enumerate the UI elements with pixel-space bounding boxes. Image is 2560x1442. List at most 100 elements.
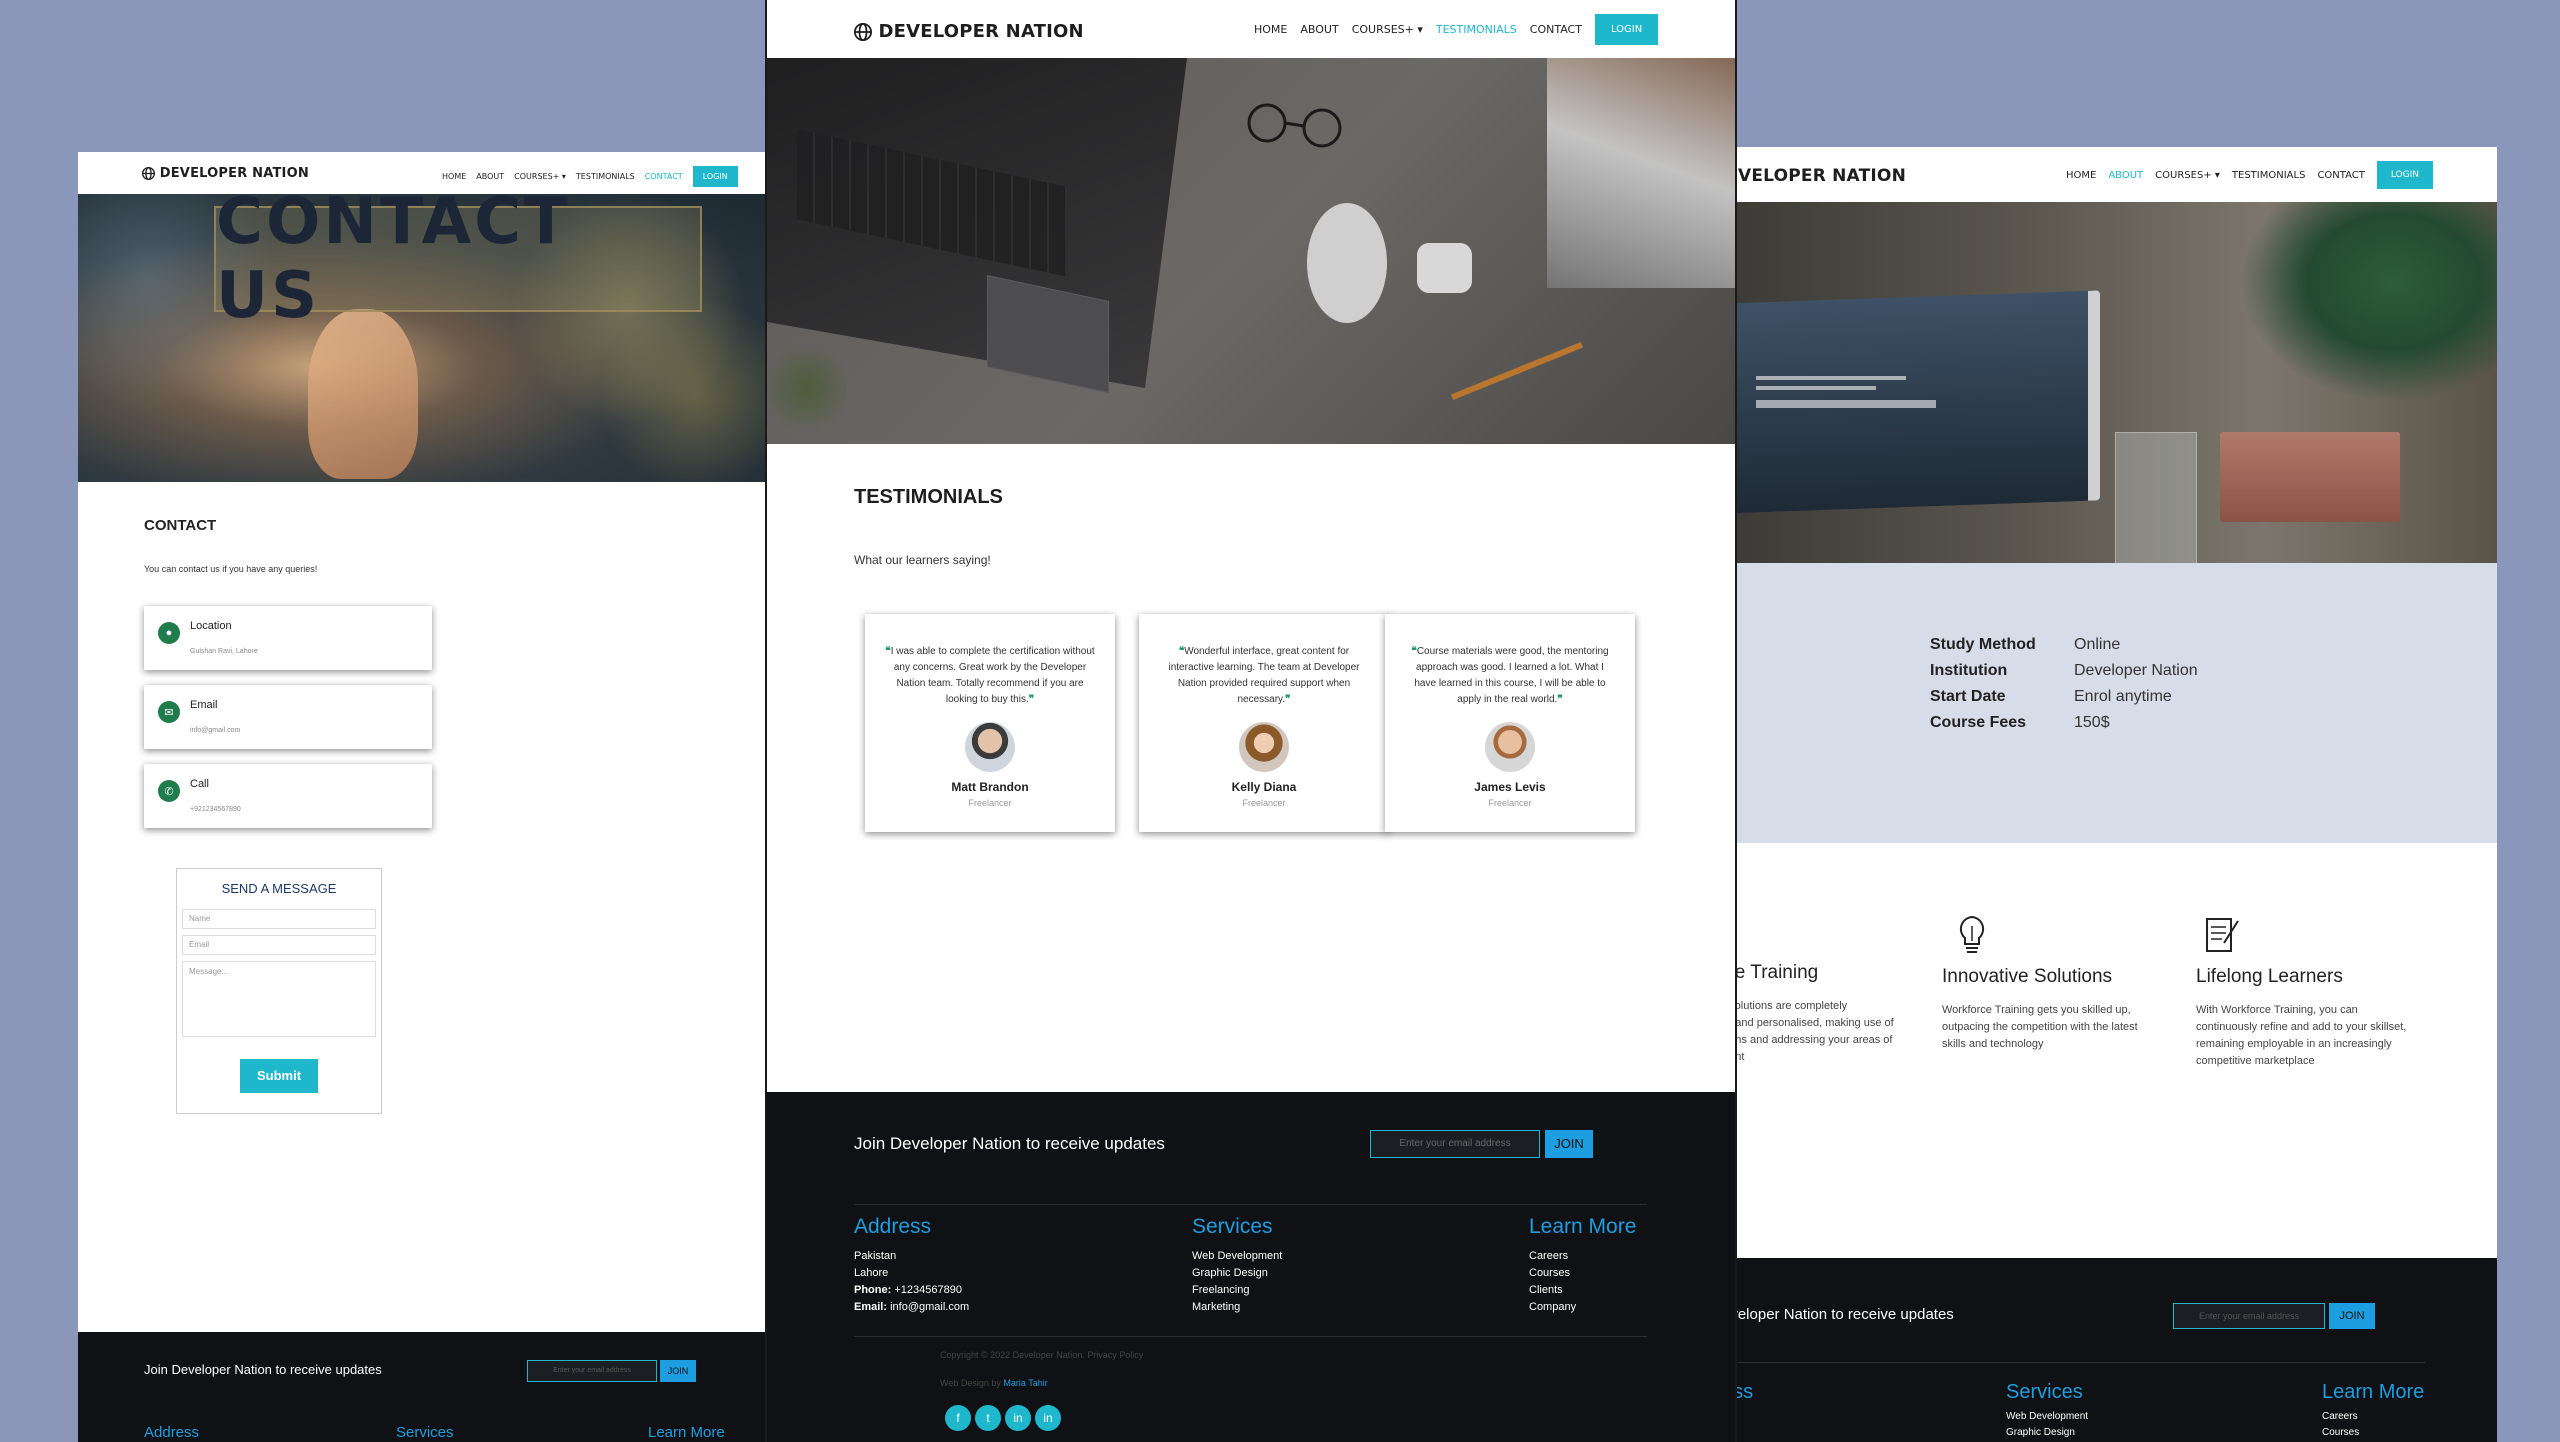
- testimonials-subheading: What our learners saying!: [854, 553, 991, 567]
- email-subscribe-input[interactable]: Enter your email address: [527, 1360, 657, 1382]
- learn-link[interactable]: Company: [1529, 1299, 1576, 1316]
- hero-mouse: [1307, 203, 1387, 323]
- location-card: ● Location Gulshan Ravi, Lahore: [144, 606, 432, 670]
- login-button[interactable]: LOGIN: [2376, 161, 2433, 189]
- testimonial-card: ❝Course materials were good, the mentori…: [1385, 614, 1635, 832]
- caret-down-icon: ▾: [2214, 169, 2220, 181]
- info-row: Start Date Enrol anytime: [1930, 684, 2198, 710]
- nav-courses[interactable]: COURSES+ ▾: [514, 172, 566, 181]
- info-value: 150$: [2074, 714, 2110, 731]
- nav-courses[interactable]: COURSES+ ▾: [2155, 170, 2220, 181]
- learn-link[interactable]: Clients: [1529, 1282, 1576, 1299]
- quote-text: I was able to complete the certification…: [890, 646, 1095, 705]
- address-title: Address: [854, 1215, 932, 1238]
- service-link[interactable]: Graphic Design: [1192, 1265, 1282, 1282]
- avatar: [1239, 722, 1289, 772]
- screen-lines: [1756, 376, 1936, 408]
- join-button[interactable]: JOIN: [1545, 1130, 1593, 1158]
- services-list: Web Development Graphic Design Freelanci…: [1192, 1248, 1282, 1316]
- nav-contact[interactable]: CONTACT: [2317, 170, 2364, 181]
- nav-home[interactable]: HOME: [442, 172, 466, 181]
- nav-testimonials[interactable]: TESTIMONIALS: [1436, 23, 1517, 36]
- nav-contact[interactable]: CONTACT: [1530, 23, 1582, 36]
- address-list: Pakistan Lahore Phone: +1234567890 Email…: [854, 1248, 969, 1316]
- feature-line: outpacing the competition with the lates…: [1942, 1021, 2138, 1033]
- nav-testimonials[interactable]: TESTIMONIALS: [2232, 170, 2306, 181]
- close-quote-icon: ❞: [1557, 694, 1563, 705]
- testimonials-hero: [767, 58, 1735, 444]
- nav-about[interactable]: ABOUT: [476, 172, 504, 181]
- learn-link[interactable]: Courses: [1529, 1265, 1576, 1282]
- nav-home[interactable]: HOME: [1254, 23, 1287, 36]
- caret-down-icon: ▾: [561, 172, 566, 181]
- message-form: SEND A MESSAGE Name Email Message... Sub…: [176, 868, 382, 1114]
- email-input[interactable]: Email: [182, 935, 376, 955]
- brand-name-partial: VELOPER NATION: [1738, 166, 1906, 186]
- nav-courses-label: COURSES+: [514, 172, 560, 181]
- info-row: Course Fees 150$: [1930, 710, 2198, 736]
- close-quote-icon: ❞: [1028, 694, 1035, 705]
- twitter-icon[interactable]: t: [975, 1405, 1001, 1431]
- name-input[interactable]: Name: [182, 909, 376, 929]
- join-button[interactable]: JOIN: [2329, 1303, 2375, 1329]
- brand-logo[interactable]: DEVELOPER NATION: [854, 21, 1084, 42]
- join-button[interactable]: JOIN: [660, 1360, 696, 1382]
- email-value[interactable]: info@gmail.com: [890, 1301, 969, 1313]
- feature-title: ble Training: [1720, 962, 1819, 983]
- hero-laptop-text: [1756, 372, 1956, 412]
- close-quote-icon: ❞: [1285, 694, 1291, 705]
- email-subscribe-input[interactable]: Enter your email address: [1370, 1130, 1540, 1158]
- hero-glasses: [1237, 98, 1357, 148]
- feature-desc: g solutions are completely ed and person…: [1720, 998, 1930, 1066]
- nav-testimonials[interactable]: TESTIMONIALS: [576, 172, 635, 181]
- email-value[interactable]: info@gmail.com: [190, 727, 240, 734]
- services-list: Web Development Graphic Design: [2006, 1409, 2088, 1441]
- contact-footer: Join Developer Nation to receive updates…: [78, 1332, 766, 1442]
- nav-courses-label: COURSES+: [2155, 169, 2212, 181]
- feature-lifelong: Lifelong Learners With Workforce Trainin…: [2196, 913, 2456, 1070]
- services-title: Services: [1192, 1215, 1273, 1238]
- design-credit: Web Design by Maria Tahir: [940, 1378, 1048, 1388]
- instagram-icon[interactable]: in: [1005, 1405, 1031, 1431]
- learn-link[interactable]: Careers: [1529, 1248, 1576, 1265]
- nav-home[interactable]: HOME: [2066, 170, 2096, 181]
- footer-divider: [1720, 1362, 2425, 1363]
- service-link[interactable]: Marketing: [1192, 1299, 1282, 1316]
- info-table: Study Method Online Institution Developer …: [1930, 632, 2198, 736]
- service-link[interactable]: Web Development: [1192, 1248, 1282, 1265]
- nav-contact[interactable]: CONTACT: [645, 172, 683, 181]
- service-link[interactable]: Web Development: [2006, 1409, 2088, 1425]
- designer-link[interactable]: Maria Tahir: [1003, 1378, 1047, 1388]
- about-hero: [1720, 202, 2497, 564]
- service-link[interactable]: Freelancing: [1192, 1282, 1282, 1299]
- service-link[interactable]: Graphic Design: [2006, 1425, 2088, 1441]
- location-value: Gulshan Ravi, Lahore: [190, 648, 258, 655]
- contact-heading: CONTACT: [144, 517, 217, 534]
- feature-line: remaining employable in an increasingly: [2196, 1038, 2392, 1050]
- nav-about[interactable]: ABOUT: [2108, 170, 2143, 181]
- brand-logo-partial[interactable]: VELOPER NATION: [1738, 166, 1906, 186]
- login-button[interactable]: LOGIN: [692, 166, 738, 187]
- email-subscribe-input[interactable]: Enter your email address: [2173, 1303, 2325, 1329]
- linkedin-icon[interactable]: in: [1035, 1405, 1061, 1431]
- facebook-icon[interactable]: f: [945, 1405, 971, 1431]
- feature-line: ngths and addressing your areas of: [1720, 1034, 1893, 1046]
- quote-text: Course materials were good, the mentorin…: [1414, 646, 1609, 705]
- message-textarea[interactable]: Message...: [182, 961, 376, 1037]
- nav-courses[interactable]: COURSES+ ▾: [1352, 23, 1423, 36]
- learn-link[interactable]: Careers: [2322, 1409, 2359, 1425]
- submit-button[interactable]: Submit: [240, 1059, 318, 1093]
- course-info-band: Study Method Online Institution Developer …: [1720, 563, 2497, 843]
- learn-link[interactable]: Courses: [2322, 1425, 2359, 1441]
- brand-logo[interactable]: DEVELOPER NATION: [142, 166, 309, 181]
- feature-line: ed and personalised, making use of: [1720, 1017, 1894, 1029]
- login-button[interactable]: LOGIN: [1594, 14, 1659, 45]
- address-line: Lahore: [854, 1267, 889, 1279]
- call-value[interactable]: +921234567890: [190, 806, 241, 813]
- services-title: Services: [396, 1424, 454, 1441]
- hero-pencil: [1450, 341, 1584, 401]
- services-title: Services: [2006, 1381, 2083, 1403]
- nav-about[interactable]: ABOUT: [1300, 23, 1338, 36]
- phone-value[interactable]: +1234567890: [894, 1284, 962, 1296]
- testimonial-quote: ❝Wonderful interface, great content for …: [1159, 644, 1369, 708]
